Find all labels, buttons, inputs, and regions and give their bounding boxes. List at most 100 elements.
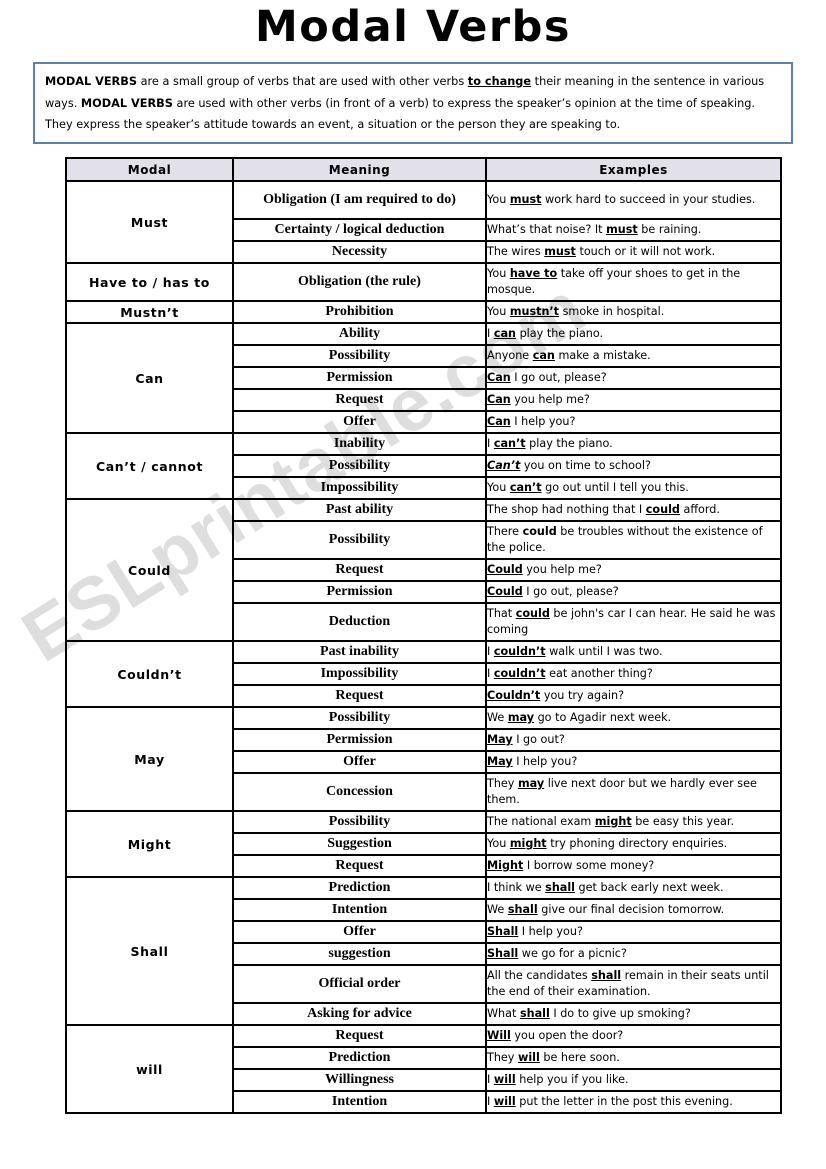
example-cell: I couldn’t walk until I was two.: [485, 640, 782, 664]
example-cell: I can play the piano.: [485, 322, 782, 346]
example-cell: Can you help me?: [485, 388, 782, 412]
modal-name-cell: May: [65, 706, 234, 812]
meaning-cell: Willingness: [232, 1068, 487, 1092]
meaning-cell: Concession: [232, 772, 487, 812]
table-row: Shall Prediction I think we shall get back…: [65, 876, 782, 1026]
table-row: Have to / has to Obligation (the rule) You…: [65, 262, 782, 302]
modal-name-cell: Might: [65, 810, 234, 878]
table-row: will Request Will you open the door?: [65, 1024, 782, 1114]
meaning-cell: Possibility: [232, 454, 487, 478]
example-cell: The national exam might be easy this yea…: [485, 810, 782, 834]
meaning-cell: Asking for advice: [232, 1002, 487, 1026]
example-cell: Can’t you on time to school?: [485, 454, 782, 478]
example-cell: Can I help you?: [485, 410, 782, 434]
table-row: Might Possibility The national exam might …: [65, 810, 782, 878]
table-body: Must Obligation (I am required to do) You …: [65, 180, 782, 1114]
meaning-cell: Past ability: [232, 498, 487, 522]
table-row: Mustn’t Prohibition You mustn’t smoke in h…: [65, 300, 782, 324]
modal-verbs-table-container: Modal Meaning Examples Must Obligation (I…: [65, 157, 782, 1114]
meaning-cell: Certainty / logical deduction: [232, 218, 487, 242]
intro-box: MODAL VERBS are a small group of verbs t…: [33, 62, 793, 145]
example-cell: I will help you if you like.: [485, 1068, 782, 1092]
meaning-cell: Impossibility: [232, 662, 487, 686]
modal-name-cell: Can’t / cannot: [65, 432, 234, 500]
example-cell: You mustn’t smoke in hospital.: [485, 300, 782, 324]
example-cell: Could you help me?: [485, 558, 782, 582]
example-cell: What shall I do to give up smoking?: [485, 1002, 782, 1026]
modal-name-cell: Mustn’t: [65, 300, 234, 324]
example-cell: We shall give our final decision tomorro…: [485, 898, 782, 922]
example-cell: Can I go out, please?: [485, 366, 782, 390]
meaning-cell: suggestion: [232, 942, 487, 966]
meaning-cell: Permission: [232, 728, 487, 752]
column-header-meaning: Meaning: [232, 157, 487, 182]
example-cell: Will you open the door?: [485, 1024, 782, 1048]
meaning-cell: Intention: [232, 1090, 487, 1114]
example-cell: You might try phoning directory enquirie…: [485, 832, 782, 856]
meaning-cell: Permission: [232, 580, 487, 604]
meaning-cell: Impossibility: [232, 476, 487, 500]
modal-name-cell: Can: [65, 322, 234, 434]
table-row: Can’t / cannot Inability I can’t play the …: [65, 432, 782, 500]
meaning-cell: Possibility: [232, 706, 487, 730]
intro-paragraph: MODAL VERBS are a small group of verbs t…: [45, 75, 765, 132]
column-header-examples: Examples: [485, 157, 782, 182]
modal-name-cell: Must: [65, 180, 234, 264]
modal-name-cell: Couldn’t: [65, 640, 234, 708]
example-cell: We may go to Agadir next week.: [485, 706, 782, 730]
meaning-cell: Offer: [232, 750, 487, 774]
modal-name-cell: Have to / has to: [65, 262, 234, 302]
meaning-cell: Ability: [232, 322, 487, 346]
example-cell: You have to take off your shoes to get i…: [485, 262, 782, 302]
meaning-cell: Request: [232, 684, 487, 708]
table-row: Must Obligation (I am required to do) You …: [65, 180, 782, 264]
table-row: Could Past ability The shop had nothing th…: [65, 498, 782, 642]
example-cell: I can’t play the piano.: [485, 432, 782, 456]
example-cell: The shop had nothing that I could afford…: [485, 498, 782, 522]
example-cell: What’s that noise? It must be raining.: [485, 218, 782, 242]
table-row: May Possibility We may go to Agadir next w…: [65, 706, 782, 812]
meaning-cell: Prohibition: [232, 300, 487, 324]
meaning-cell: Suggestion: [232, 832, 487, 856]
example-cell: You must work hard to succeed in your st…: [485, 180, 782, 220]
meaning-cell: Obligation (the rule): [232, 262, 487, 302]
meaning-cell: Prediction: [232, 1046, 487, 1070]
example-cell: That could be john's car I can hear. He …: [485, 602, 782, 642]
example-cell: You can’t go out until I tell you this.: [485, 476, 782, 500]
modal-name-cell: will: [65, 1024, 234, 1114]
meaning-cell: Possibility: [232, 344, 487, 368]
modal-name-cell: Could: [65, 498, 234, 642]
example-cell: Anyone can make a mistake.: [485, 344, 782, 368]
table-row: Couldn’t Past inability I couldn’t walk un…: [65, 640, 782, 708]
meaning-cell: Offer: [232, 920, 487, 944]
modal-verbs-table: Modal Meaning Examples Must Obligation (I…: [65, 157, 782, 1114]
example-cell: Could I go out, please?: [485, 580, 782, 604]
meaning-cell: Possibility: [232, 520, 487, 560]
example-cell: They may live next door but we hardly ev…: [485, 772, 782, 812]
table-row: Can Ability I can play the piano.: [65, 322, 782, 434]
meaning-cell: Possibility: [232, 810, 487, 834]
column-header-modal: Modal: [65, 157, 234, 182]
table-head: Modal Meaning Examples: [65, 157, 782, 182]
meaning-cell: Prediction: [232, 876, 487, 900]
page-title: Modal Verbs: [254, 2, 571, 52]
example-cell: All the candidates shall remain in their…: [485, 964, 782, 1004]
example-cell: Might I borrow some money?: [485, 854, 782, 878]
meaning-cell: Official order: [232, 964, 487, 1004]
example-cell: May I go out?: [485, 728, 782, 752]
table-header-row: Modal Meaning Examples: [65, 157, 782, 182]
example-cell: I will put the letter in the post this e…: [485, 1090, 782, 1114]
example-cell: Couldn’t you try again?: [485, 684, 782, 708]
example-cell: May I help you?: [485, 750, 782, 774]
meaning-cell: Permission: [232, 366, 487, 390]
meaning-cell: Request: [232, 1024, 487, 1048]
example-cell: Shall I help you?: [485, 920, 782, 944]
meaning-cell: Necessity: [232, 240, 487, 264]
meaning-cell: Offer: [232, 410, 487, 434]
modal-name-cell: Shall: [65, 876, 234, 1026]
meaning-cell: Inability: [232, 432, 487, 456]
meaning-cell: Request: [232, 558, 487, 582]
example-cell: I think we shall get back early next wee…: [485, 876, 782, 900]
meaning-cell: Intention: [232, 898, 487, 922]
meaning-cell: Past inability: [232, 640, 487, 664]
